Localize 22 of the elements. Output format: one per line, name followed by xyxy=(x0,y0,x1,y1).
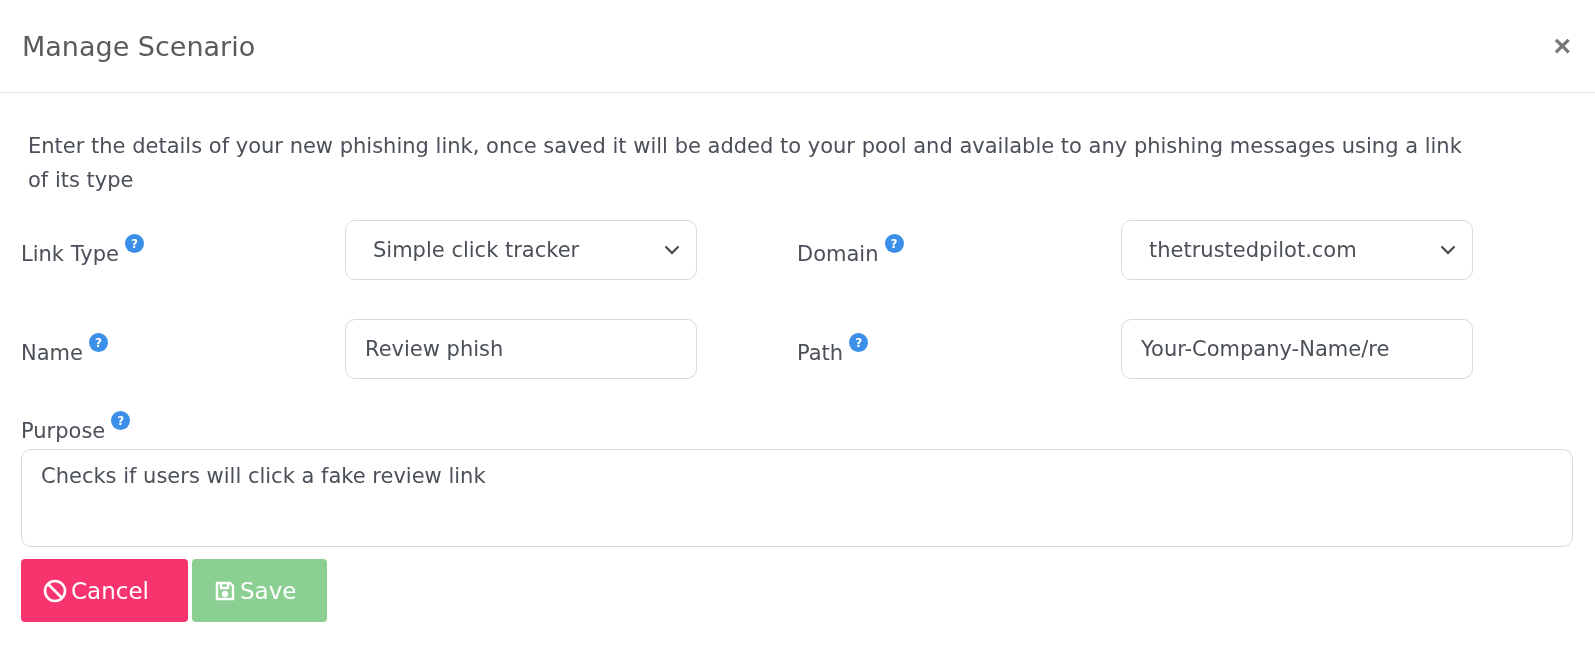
chevron-down-icon xyxy=(664,245,680,255)
chevron-down-icon xyxy=(1440,245,1456,255)
field-label: Name xyxy=(21,341,83,365)
help-icon[interactable]: ? xyxy=(111,411,131,430)
text-input[interactable]: Review phish xyxy=(345,319,697,379)
description-text: Enter the details of your new phishing link, once saved it will be added to your pool and available to any phishing messages using a link of its type xyxy=(28,133,1463,194)
help-icon[interactable]: ? xyxy=(849,333,869,352)
text-input[interactable]: Your-Company-Name/re xyxy=(1121,319,1473,379)
dropdown[interactable]: thetrustedpilot.com xyxy=(1121,220,1473,280)
purpose-textarea[interactable]: Checks if users will click a fake review link xyxy=(21,449,1573,547)
help-icon[interactable]: ? xyxy=(88,333,108,352)
field-label: Domain xyxy=(797,242,879,266)
help-icon[interactable]: ? xyxy=(124,234,144,253)
field-label: Purpose xyxy=(21,419,106,443)
close-button[interactable]: × xyxy=(1553,29,1571,63)
help-icon[interactable]: ? xyxy=(884,234,904,253)
cancel-icon xyxy=(43,578,67,603)
dropdown[interactable]: Simple click tracker xyxy=(345,220,697,280)
field-label: Path xyxy=(797,341,844,365)
field-label: Link Type xyxy=(21,242,119,266)
cancel-button[interactable]: Cancel xyxy=(21,559,188,622)
dialog-title: Manage Scenario xyxy=(22,30,256,62)
